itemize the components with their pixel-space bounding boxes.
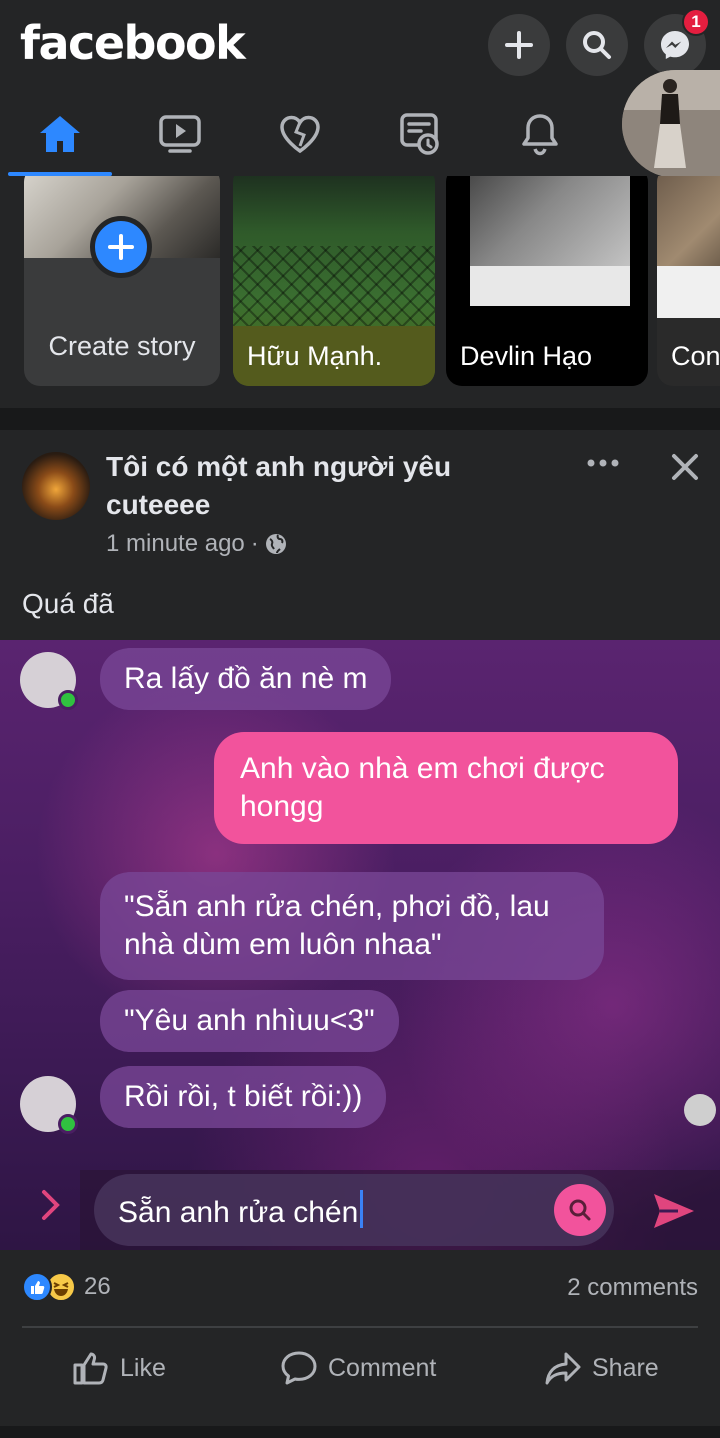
feed-separator [0, 1426, 720, 1438]
feed-separator [0, 408, 720, 430]
story-card[interactable]: Devlin Hạo [446, 176, 648, 386]
chat-avatar [20, 652, 78, 710]
profile-avatar[interactable] [622, 70, 720, 178]
facebook-logo[interactable]: facebook [20, 16, 246, 70]
post-author[interactable]: Tôi có một anh người yêu cuteeee [106, 448, 506, 524]
chat-message: Anh vào nhà em chơi được hongg [214, 732, 678, 844]
reaction-count: 26 [84, 1273, 111, 1300]
story-photo [657, 176, 720, 266]
profile-photo [622, 70, 720, 178]
story-author: Devlin Hạo [460, 341, 593, 371]
plus-icon [108, 234, 134, 260]
tab-feeds[interactable] [362, 92, 478, 176]
chat-message: Rồi rồi, t biết rồi:)) [100, 1066, 387, 1128]
share-label: Share [592, 1353, 659, 1382]
top-bar: facebook 1 [0, 0, 720, 92]
like-button[interactable]: Like [72, 1346, 166, 1390]
create-story-label: Create story [48, 331, 196, 361]
divider [22, 1326, 698, 1328]
post-image[interactable]: Ra lấy đồ ăn nè m Anh vào nhà em chơi đư… [0, 640, 720, 1250]
chat-search-button [554, 1184, 606, 1236]
chat-message: "Sẵn anh rửa chén, phơi đồ, lau nhà dùm … [100, 872, 604, 980]
heart-icon [280, 115, 320, 154]
tab-home[interactable] [2, 92, 118, 176]
comment-label: Comment [328, 1353, 437, 1382]
tab-notifications[interactable] [482, 92, 598, 176]
chat-avatar [20, 1076, 78, 1134]
search-button[interactable] [566, 14, 628, 76]
post-meta: 1 minute ago · [106, 530, 287, 558]
reactions-summary[interactable]: 26 [22, 1272, 111, 1302]
story-card[interactable]: Con [657, 176, 720, 386]
seen-indicator [684, 1094, 716, 1126]
nav-tabs [0, 92, 720, 176]
comment-button[interactable]: Comment [280, 1346, 436, 1390]
tab-dating[interactable] [242, 92, 358, 176]
feeds-icon [400, 113, 439, 155]
feed-post: Tôi có một anh người yêu cuteeee 1 minut… [0, 430, 720, 1426]
share-icon [545, 1352, 581, 1385]
tab-watch[interactable] [122, 92, 238, 176]
create-story-card[interactable]: Create story [24, 176, 220, 386]
home-icon [40, 116, 80, 152]
close-icon [672, 454, 698, 480]
comment-icon [281, 1351, 317, 1385]
chat-message: "Yêu anh nhìuu<3" [100, 990, 399, 1052]
thumbs-up-icon [73, 1352, 108, 1385]
thumbs-up-icon [31, 1281, 45, 1294]
online-indicator [58, 1114, 78, 1134]
create-button[interactable] [488, 14, 550, 76]
like-reaction-icon [22, 1272, 52, 1302]
story-screenshot [470, 266, 630, 306]
story-author: Con [671, 341, 720, 371]
messenger-badge: 1 [682, 8, 710, 36]
send-icon [654, 1194, 694, 1228]
story-screenshot [657, 266, 720, 318]
online-indicator [58, 690, 78, 710]
chat-message: Ra lấy đồ ăn nè m [100, 648, 392, 710]
add-story-button[interactable] [90, 216, 152, 278]
author-avatar[interactable] [22, 452, 90, 520]
chevron-right-icon [42, 1190, 60, 1220]
plus-icon [505, 31, 533, 59]
video-icon [159, 115, 201, 153]
more-options-button[interactable] [580, 448, 626, 478]
bell-icon [522, 114, 558, 156]
post-caption: Quá đã [22, 588, 114, 619]
share-button[interactable]: Share [544, 1346, 659, 1390]
search-icon [583, 31, 611, 59]
search-icon [569, 1199, 591, 1221]
story-card[interactable]: Hữu Mạnh. [233, 176, 435, 386]
post-time[interactable]: 1 minute ago [106, 530, 245, 558]
hide-post-button[interactable] [662, 444, 708, 490]
globe-icon [265, 534, 286, 554]
comments-count[interactable]: 2 comments [567, 1274, 698, 1302]
chat-input-text: Sẵn anh rửa chén [118, 1190, 364, 1230]
text-caret [360, 1190, 364, 1228]
stories-tray: Create story Hữu Mạnh. Devlin Hạo Con [0, 176, 720, 408]
like-label: Like [120, 1353, 166, 1382]
meta-separator: · [250, 530, 259, 557]
story-author: Hữu Mạnh. [247, 341, 383, 371]
more-icon [587, 459, 619, 467]
messenger-button[interactable]: 1 [644, 8, 710, 76]
